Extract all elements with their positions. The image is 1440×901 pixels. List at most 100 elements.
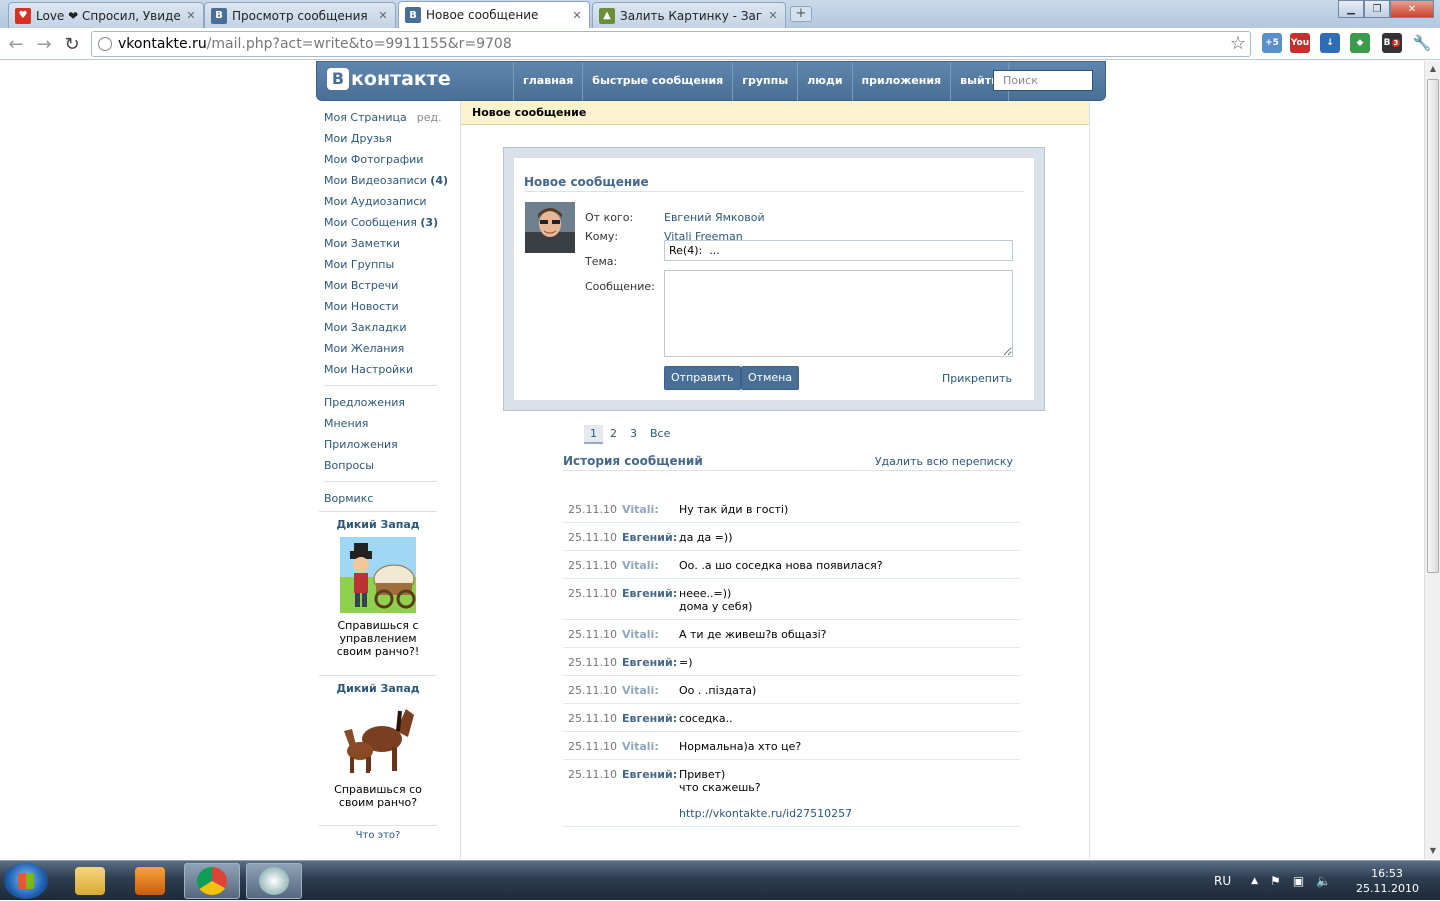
language-indicator[interactable]: RU — [1214, 874, 1231, 888]
forward-arrow-icon[interactable]: → — [32, 32, 56, 56]
cloud-extension-icon[interactable]: +5 — [1262, 33, 1282, 53]
new-tab-button[interactable]: + — [790, 6, 812, 22]
scroll-up-arrow-icon[interactable]: ▲ — [1425, 61, 1440, 77]
vk-extension-icon[interactable]: B3 — [1382, 33, 1402, 53]
message-author-link[interactable]: Евгений: — [622, 768, 679, 820]
ad-block-2[interactable]: Дикий Запад Справишься со своим ранчо? — [319, 675, 437, 809]
cancel-button[interactable]: Отмена — [741, 366, 800, 390]
menu-friends[interactable]: Мои Друзья — [324, 130, 437, 151]
menu-settings[interactable]: Мои Настройки — [324, 361, 437, 382]
page-1[interactable]: 1 — [584, 425, 603, 444]
message-author-link[interactable]: Vitali: — [622, 503, 679, 516]
message-author-link[interactable]: Евгений: — [622, 656, 679, 669]
close-window-button[interactable]: ✕ — [1390, 0, 1434, 18]
network-icon[interactable]: ▣ — [1293, 874, 1304, 888]
menu-news[interactable]: Мои Новости — [324, 298, 437, 319]
nav-home[interactable]: главная — [513, 62, 582, 102]
menu-videos[interactable]: Мои Видеозаписи (4) — [324, 172, 448, 193]
edit-link[interactable]: ред. — [417, 111, 442, 124]
media-player-icon — [135, 867, 165, 895]
send-button[interactable]: Отправить — [664, 366, 741, 390]
back-arrow-icon[interactable]: ← — [4, 32, 28, 56]
nav-apps[interactable]: приложения — [851, 62, 951, 102]
vk-logo[interactable]: B контакте — [327, 68, 451, 90]
ad-block-1[interactable]: Дикий Запад Справишься с управлением сво… — [319, 511, 437, 658]
horses-image[interactable] — [340, 701, 416, 777]
search-input[interactable]: Поиск — [993, 70, 1093, 91]
menu-my-page[interactable]: Моя Страница ред. — [324, 109, 442, 130]
message-link[interactable]: http://vkontakte.ru/id27510257 — [679, 807, 852, 820]
page-scrollbar[interactable]: ▲ ▼ — [1424, 61, 1440, 859]
message-author-link[interactable]: Vitali: — [622, 740, 679, 753]
ad-title[interactable]: Дикий Запад — [319, 682, 437, 695]
to-label: Кому: — [585, 230, 619, 243]
menu-opinions[interactable]: Мнения — [324, 415, 437, 436]
ad-title[interactable]: Дикий Запад — [319, 518, 437, 531]
menu-offers[interactable]: Предложения — [324, 394, 437, 415]
volume-icon[interactable]: 🔈 — [1316, 874, 1331, 888]
menu-notes[interactable]: Мои Заметки — [324, 235, 437, 256]
nav-quick-messages[interactable]: быстрые сообщения — [582, 62, 732, 102]
maximize-button[interactable]: ❐ — [1364, 0, 1390, 18]
attach-link[interactable]: Прикрепить — [942, 372, 1012, 385]
menu-wormix[interactable]: Вормикс — [324, 490, 437, 511]
reload-icon[interactable]: ↻ — [60, 32, 84, 56]
menu-messages[interactable]: Мои Сообщения (3) — [324, 214, 438, 235]
taskbar-chrome[interactable] — [184, 863, 240, 899]
taskbar-media-player[interactable] — [122, 863, 178, 899]
tab-close-icon[interactable]: ✕ — [571, 9, 583, 22]
message-author-link[interactable]: Vitali: — [622, 684, 679, 697]
ad-text[interactable]: Справишься с управлением своим ранчо?! — [319, 619, 437, 658]
clock[interactable]: 16:53 25.11.2010 — [1356, 866, 1419, 896]
action-center-icon[interactable]: ⚑ — [1270, 874, 1281, 888]
tab-close-icon[interactable]: ✕ — [767, 9, 779, 22]
menu-wishes[interactable]: Мои Желания — [324, 340, 437, 361]
scroll-down-arrow-icon[interactable]: ▼ — [1425, 843, 1440, 859]
bookmark-star-icon[interactable]: ☆ — [1230, 33, 1246, 54]
message-author-link[interactable]: Евгений: — [622, 712, 679, 725]
wrench-icon[interactable]: 🔧 — [1412, 33, 1432, 53]
nav-people[interactable]: люди — [797, 62, 851, 102]
browser-tab-2[interactable]: B Просмотр сообщения ✕ — [204, 2, 396, 28]
message-author-link[interactable]: Vitali: — [622, 559, 679, 572]
browser-tab-4[interactable]: ▲ Залить Картинку - Загру... ✕ — [592, 2, 786, 28]
tray-expand-icon[interactable]: ▲ — [1251, 876, 1258, 886]
browser-tab-3-active[interactable]: B Новое сообщение ✕ — [398, 1, 590, 28]
ad-text[interactable]: Справишься со своим ранчо? — [319, 783, 437, 809]
cowboy-wagon-image[interactable] — [340, 537, 416, 613]
menu-applications[interactable]: Приложения — [324, 436, 437, 457]
start-button[interactable] — [4, 863, 48, 899]
delete-all-link[interactable]: Удалить всю переписку — [875, 455, 1013, 468]
nav-groups[interactable]: группы — [732, 62, 797, 102]
minimize-button[interactable]: ▁ — [1338, 0, 1364, 18]
menu-audio[interactable]: Мои Аудиозаписи — [324, 193, 437, 214]
tab-close-icon[interactable]: ✕ — [377, 9, 389, 22]
browser-tab-1[interactable]: ♥ Love ❤ Спросил, Увиде... ✕ — [8, 2, 204, 28]
from-value-link[interactable]: Евгений Ямковой — [664, 211, 765, 224]
address-bar[interactable]: vkontakte.ru /mail.php?act=write&to=9911… — [91, 31, 1251, 57]
message-author-link[interactable]: Vitali: — [622, 628, 679, 641]
tab-close-icon[interactable]: ✕ — [185, 9, 197, 22]
menu-bookmarks[interactable]: Мои Закладки — [324, 319, 437, 340]
subject-input[interactable] — [664, 240, 1013, 261]
taskbar-paint[interactable] — [246, 863, 302, 899]
message-textarea[interactable] — [664, 270, 1013, 357]
page-3[interactable]: 3 — [624, 425, 643, 444]
avatar[interactable] — [525, 202, 575, 253]
what-is-this-link[interactable]: Что это? — [319, 825, 437, 841]
youtube-extension-icon[interactable]: You — [1290, 33, 1310, 53]
menu-label: Мои Фотографии — [324, 153, 424, 166]
scrollbar-thumb[interactable] — [1427, 79, 1439, 573]
folder-icon — [75, 867, 105, 895]
menu-questions[interactable]: Вопросы — [324, 457, 437, 478]
page-2[interactable]: 2 — [604, 425, 623, 444]
message-author-link[interactable]: Евгений: — [622, 587, 679, 613]
page-all[interactable]: Все — [644, 425, 676, 444]
menu-groups[interactable]: Мои Группы — [324, 256, 437, 277]
menu-photos[interactable]: Мои Фотографии — [324, 151, 437, 172]
puzzle-extension-icon[interactable]: ◆ — [1350, 33, 1370, 53]
message-author-link[interactable]: Евгений: — [622, 531, 679, 544]
download-extension-icon[interactable]: ↓ — [1320, 33, 1340, 53]
menu-events[interactable]: Мои Встречи — [324, 277, 437, 298]
taskbar-explorer[interactable] — [62, 863, 118, 899]
